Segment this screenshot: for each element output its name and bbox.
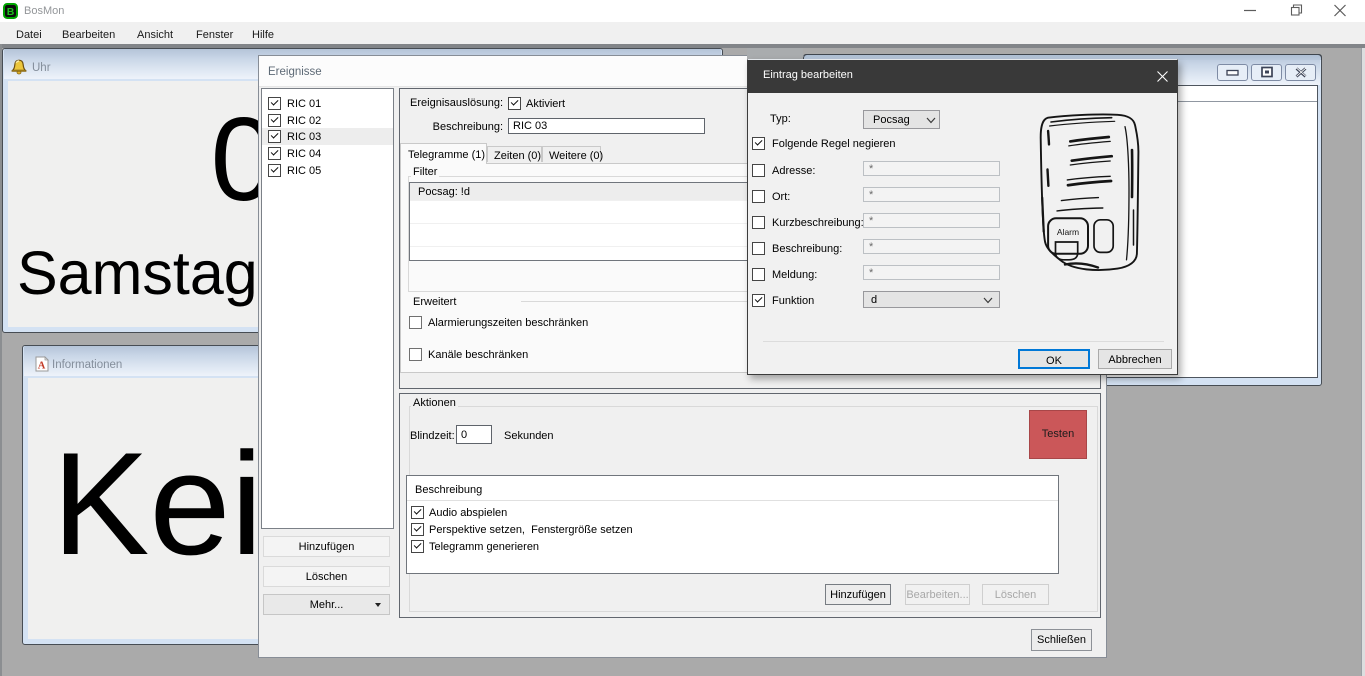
svg-text:A: A [38,361,46,372]
svg-text:Alarm: Alarm [1057,227,1079,237]
svg-text:B: B [7,6,15,18]
